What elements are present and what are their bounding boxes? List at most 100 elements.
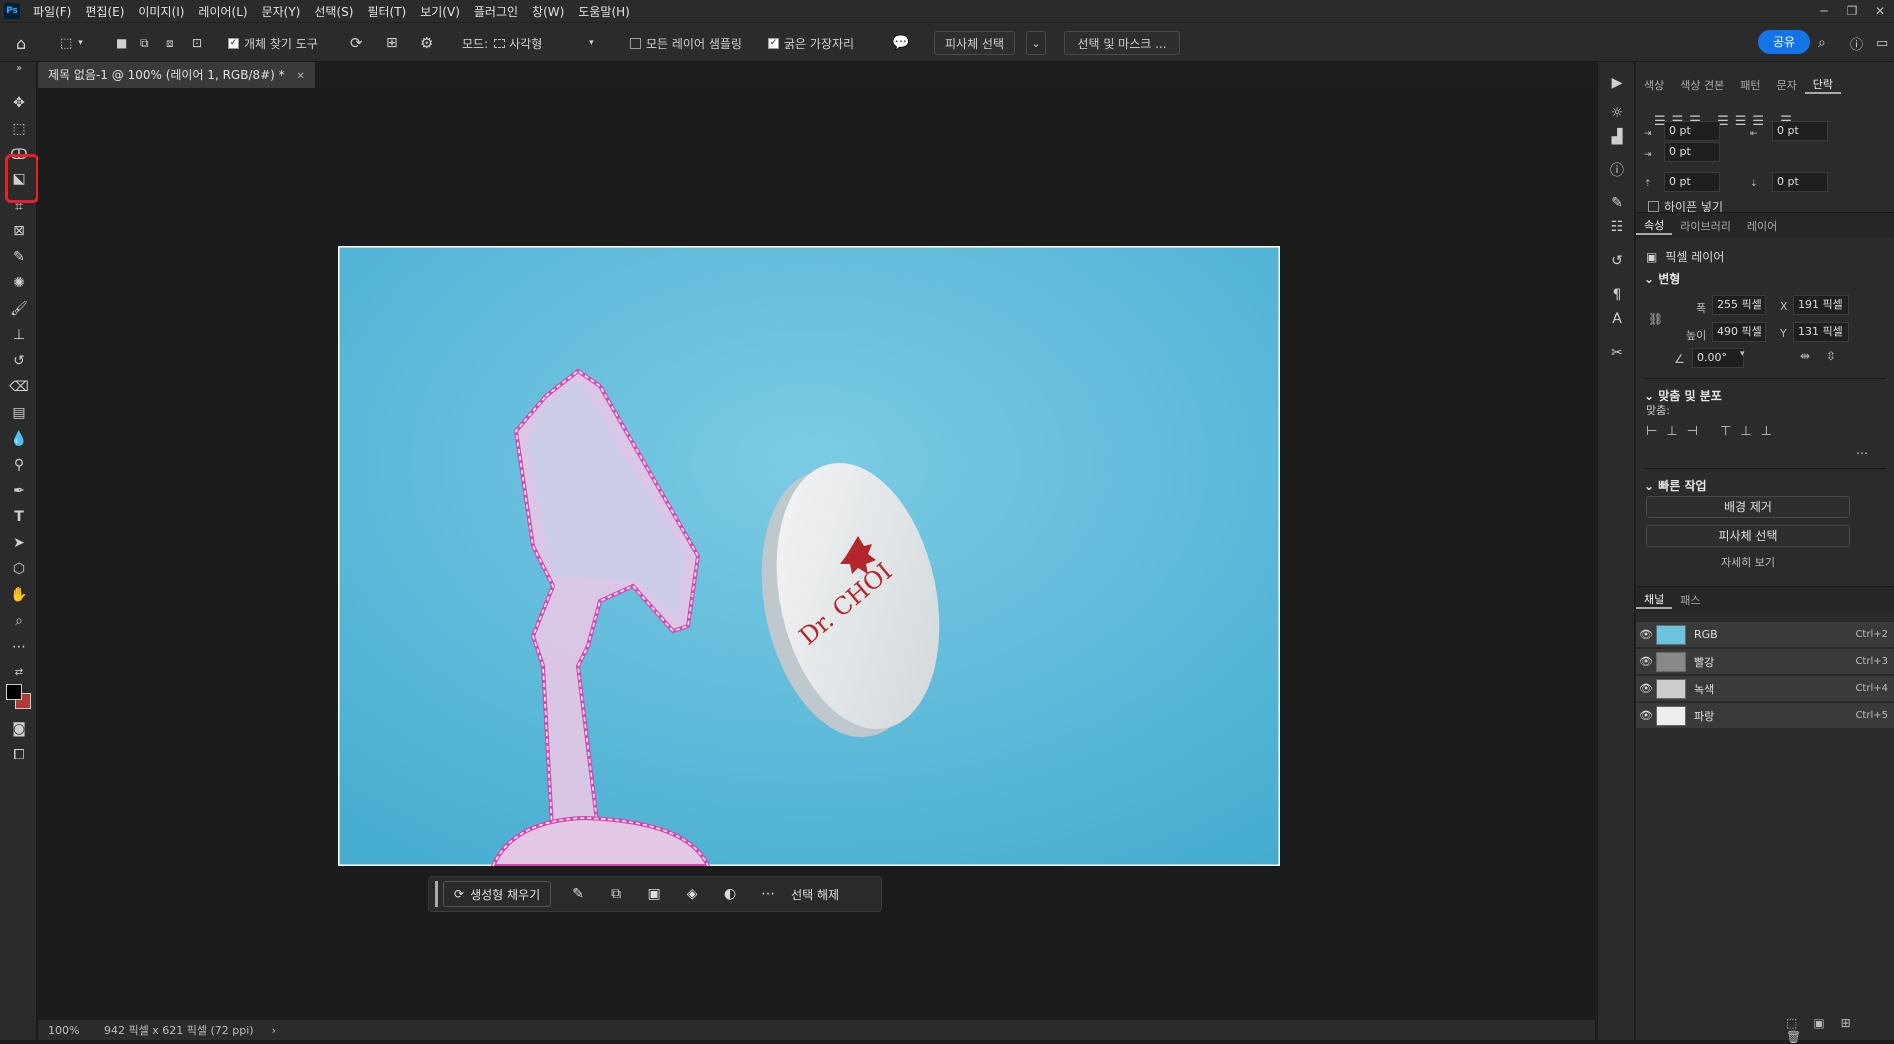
close-icon[interactable]: ✕ (1866, 0, 1894, 22)
tab-layers[interactable]: 레이어 (1739, 218, 1785, 234)
menu-window[interactable]: 창(W) (525, 3, 571, 20)
tool-preset-picker[interactable]: ⬚ ▾ (60, 31, 83, 55)
quick-mask-icon[interactable]: ◙ (6, 718, 32, 740)
paragraph-icon[interactable]: ¶ (1606, 284, 1628, 306)
help-icon[interactable]: ⓘ (1850, 31, 1863, 55)
sample-all-layers-checkbox[interactable]: 모든 레이어 샘플링 (630, 31, 742, 55)
brush-settings-icon[interactable]: ✎ (1606, 192, 1628, 214)
height-input[interactable]: 490 픽셀 (1712, 322, 1766, 342)
workspace-icon[interactable]: ▭ (1876, 31, 1888, 55)
align-section-title[interactable]: ⌄ 맞춤 및 분포 (1644, 378, 1886, 404)
menu-file[interactable]: 파일(F) (26, 3, 78, 20)
tab-properties[interactable]: 속성 (1636, 217, 1673, 235)
tab-libraries[interactable]: 라이브러리 (1672, 218, 1739, 234)
fill-icon[interactable]: ◈ (673, 886, 711, 902)
angle-input[interactable]: 0.00° (1692, 348, 1744, 368)
more-options-icon[interactable]: ⋯ (749, 886, 787, 902)
type-tool-icon[interactable]: T (6, 506, 32, 528)
first-line-indent-input[interactable]: 0 pt (1664, 142, 1720, 162)
align-buttons[interactable]: ⊢⊥⊣ ⊤⊥⊥ (1646, 424, 1781, 439)
eye-icon[interactable]: 👁 (1636, 682, 1656, 695)
more-align-icon[interactable]: ⋯ (1856, 446, 1868, 460)
histogram-icon[interactable]: ▟ (1606, 126, 1628, 148)
chevron-down-icon[interactable]: ⌄ (1026, 31, 1046, 55)
character-icon[interactable]: A (1606, 308, 1628, 330)
mode-select[interactable]: 사각형 (509, 35, 589, 52)
history-icon[interactable]: ↺ (1606, 250, 1628, 272)
screen-mode-icon[interactable]: ⧠ (6, 744, 32, 766)
menu-layer[interactable]: 레이어(L) (191, 3, 254, 20)
marquee-tool-icon[interactable]: ⬚ (6, 118, 32, 140)
add-selection-icon[interactable]: ⧉ (140, 31, 149, 55)
zoom-level[interactable]: 100% (38, 1024, 86, 1037)
hard-edge-checkbox[interactable]: ✓ 굵은 가장자리 (768, 31, 854, 55)
tab-swatches[interactable]: 색상 견본 (1672, 77, 1732, 93)
menu-select[interactable]: 선택(S) (307, 3, 360, 20)
tab-character[interactable]: 문자 (1768, 77, 1804, 93)
document-canvas[interactable]: Dr. CHOI (338, 246, 1280, 866)
move-tool-icon[interactable]: ✥ (6, 92, 32, 114)
select-subject-button[interactable]: 피사체 선택 (934, 31, 1016, 55)
refresh-icon[interactable]: ⟳ (350, 31, 363, 55)
menu-view[interactable]: 보기(V) (413, 3, 467, 20)
space-before-input[interactable]: 0 pt (1664, 172, 1720, 192)
generative-fill-button[interactable]: ⟳ 생성형 채우기 (443, 881, 552, 907)
brush-refine-icon[interactable]: ✎ (559, 886, 597, 902)
hand-tool-icon[interactable]: ✋ (6, 584, 32, 606)
flip-horizontal-icon[interactable]: ⇹ (1800, 349, 1810, 363)
path-selection-tool-icon[interactable]: ➤ (6, 532, 32, 554)
gear-icon[interactable]: ⚙ (420, 31, 433, 55)
history-brush-tool-icon[interactable]: ↺ (6, 350, 32, 372)
play-icon[interactable]: ▶ (1606, 72, 1628, 94)
healing-brush-tool-icon[interactable]: ✺ (6, 272, 32, 294)
invert-selection-icon[interactable]: ⧉ (597, 886, 635, 902)
brush-tool-icon[interactable]: 🖌 (6, 298, 32, 320)
more-details-link[interactable]: 자세히 보기 (1646, 554, 1850, 570)
menu-plugins[interactable]: 플러그인 (467, 3, 525, 20)
deselect-button[interactable]: 선택 해제 (787, 886, 839, 903)
gradient-tool-icon[interactable]: ▤ (6, 402, 32, 424)
shape-tool-icon[interactable]: ⬡ (6, 558, 32, 580)
quick-actions-title[interactable]: ⌄ 빠른 작업 (1644, 468, 1886, 494)
intersect-selection-icon[interactable]: ⊡ (192, 31, 202, 55)
y-input[interactable]: 131 픽셀 (1793, 322, 1849, 342)
mask-icon[interactable]: ▣ (635, 886, 673, 902)
remove-background-button[interactable]: 배경 제거 (1646, 496, 1850, 518)
tools-icon[interactable]: ✂ (1606, 342, 1628, 364)
chevron-right-icon[interactable]: › (272, 1024, 276, 1037)
collapse-toolbar-icon[interactable]: » (6, 64, 32, 74)
x-input[interactable]: 191 픽셀 (1793, 295, 1849, 315)
swap-colors-icon[interactable]: ⇄ (6, 662, 32, 684)
tab-patterns[interactable]: 패턴 (1732, 77, 1768, 93)
show-objects-icon[interactable]: ⊞ (386, 31, 398, 55)
adjustments-icon[interactable]: ☼ (1606, 102, 1628, 124)
eye-icon[interactable]: 👁 (1636, 709, 1656, 722)
menu-help[interactable]: 도움말(H) (571, 3, 637, 20)
eyedropper-tool-icon[interactable]: ✎ (6, 246, 32, 268)
channel-row-red[interactable]: 👁 빨강 Ctrl+3 (1636, 649, 1894, 675)
tab-paragraph[interactable]: 단락 (1804, 76, 1841, 94)
search-icon[interactable]: ⌕ (1818, 31, 1826, 55)
select-and-mask-button[interactable]: 선택 및 마스크 ... (1064, 31, 1180, 55)
edit-toolbar-icon[interactable]: ⋯ (6, 636, 32, 658)
document-tab[interactable]: 제목 없음-1 @ 100% (레이어 1, RGB/8#) * ✕ (38, 62, 316, 88)
tab-color[interactable]: 색상 (1636, 77, 1672, 93)
eye-icon[interactable]: 👁 (1636, 655, 1656, 668)
home-icon[interactable]: ⌂ (16, 31, 26, 55)
width-input[interactable]: 255 픽셀 (1712, 295, 1766, 315)
channel-row-green[interactable]: 👁 녹색 Ctrl+4 (1636, 676, 1894, 702)
indent-right-input[interactable]: 0 pt (1772, 121, 1828, 141)
chat-feedback-icon[interactable]: 💬 (892, 31, 909, 55)
dodge-tool-icon[interactable]: ⚲ (6, 454, 32, 476)
menu-type[interactable]: 문자(Y) (255, 3, 308, 20)
space-after-input[interactable]: 0 pt (1772, 172, 1828, 192)
zoom-tool-icon[interactable]: ⌕ (6, 610, 32, 632)
drag-handle-icon[interactable] (435, 881, 443, 907)
indent-left-input[interactable]: 0 pt (1664, 121, 1720, 141)
restore-icon[interactable]: ❐ (1838, 0, 1866, 22)
info-icon[interactable]: ⓘ (1606, 160, 1628, 182)
channel-row-rgb[interactable]: 👁 RGB Ctrl+2 (1636, 622, 1894, 648)
subtract-selection-icon[interactable]: ⧈ (166, 31, 174, 55)
tab-channels[interactable]: 채널 (1636, 591, 1673, 609)
minimize-icon[interactable]: ─ (1810, 0, 1838, 22)
